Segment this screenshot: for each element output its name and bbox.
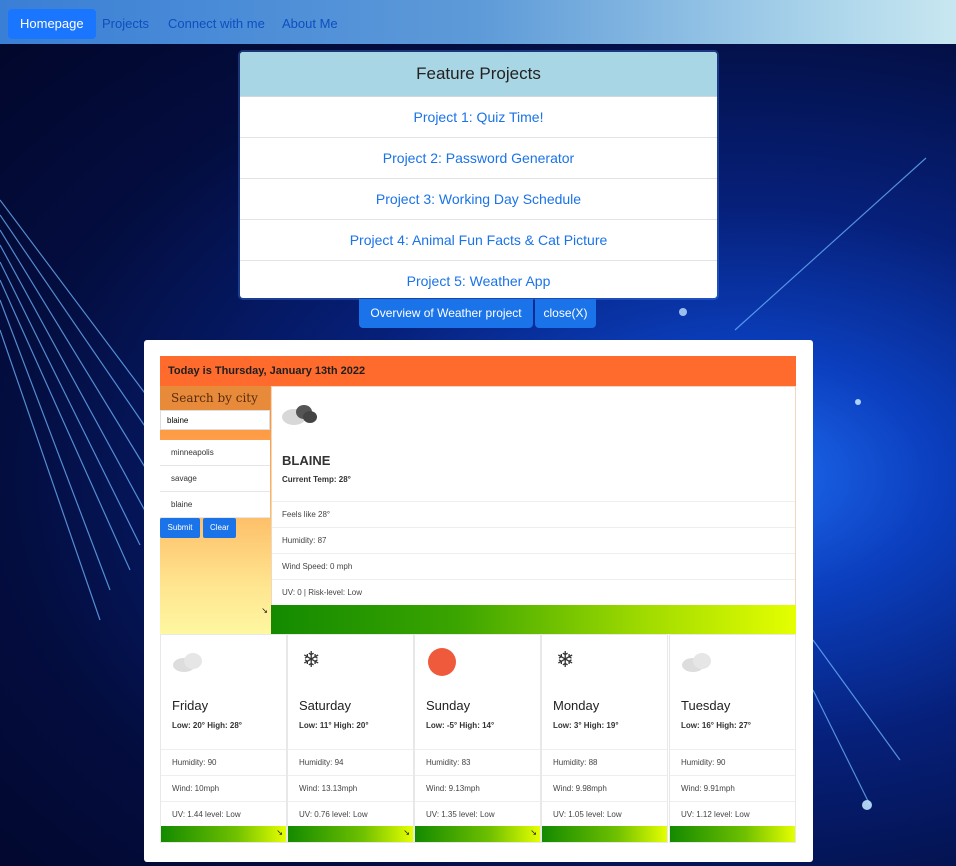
clear-button[interactable]: Clear: [203, 518, 236, 538]
panel-title: Feature Projects: [240, 52, 717, 97]
forecast-uv: UV: 0.76 level: Low: [288, 801, 413, 827]
uv-gradient-bar: [271, 605, 796, 634]
forecast-wind: Wind: 9.98mph: [542, 775, 667, 801]
forecast-range: Low: 16° High: 27°: [681, 721, 751, 730]
forecast-wind: Wind: 9.13mph: [415, 775, 540, 801]
wind-speed: Wind Speed: 0 mph: [272, 553, 795, 579]
nav-connect[interactable]: Connect with me: [156, 9, 277, 39]
weather-app-preview: Today is Thursday, January 13th 2022 Sea…: [144, 340, 813, 862]
forecast-card: Tuesday Low: 16° High: 27° Humidity: 90 …: [669, 634, 796, 843]
history-item[interactable]: minneapolis: [160, 440, 270, 466]
forecast-range: Low: -5° High: 14°: [426, 721, 495, 730]
nav-homepage[interactable]: Homepage: [8, 9, 96, 39]
forecast-wind: Wind: 10mph: [161, 775, 286, 801]
project-link-5[interactable]: Project 5: Weather App: [240, 261, 717, 298]
forecast-card: ❄ Saturday Low: 11° High: 20° Humidity: …: [287, 634, 414, 843]
overview-button[interactable]: Overview of Weather project: [359, 299, 533, 328]
cloud-icon: [682, 653, 711, 672]
forecast-card: Sunday Low: -5° High: 14° Humidity: 83 W…: [414, 634, 541, 843]
nav-about[interactable]: About Me: [270, 9, 350, 39]
feels-like: Feels like 28°: [272, 501, 795, 527]
current-weather-card: BLAINE Current Temp: 28° Feels like 28° …: [271, 386, 796, 634]
current-temp: Current Temp: 28°: [282, 475, 351, 484]
nav-projects[interactable]: Projects: [90, 9, 161, 39]
history-item[interactable]: blaine: [160, 492, 270, 518]
forecast-uv: UV: 1.35 level: Low: [415, 801, 540, 827]
cloud-icon: [173, 653, 202, 672]
forecast-uv: UV: 1.12 level: Low: [670, 801, 795, 827]
top-navbar: Homepage Projects Connect with me About …: [0, 0, 956, 44]
snowflake-icon: ❄: [556, 647, 575, 672]
snowflake-icon: ❄: [302, 647, 321, 672]
forecast-uv: UV: 1.44 level: Low: [161, 801, 286, 827]
forecast-range: Low: 11° High: 20°: [299, 721, 369, 730]
forecast-wind: Wind: 9.91mph: [670, 775, 795, 801]
cloud-icon: [282, 405, 317, 425]
forecast-day: Sunday: [426, 698, 471, 713]
forecast-humidity: Humidity: 83: [415, 749, 540, 775]
forecast-range: Low: 3° High: 19°: [553, 721, 619, 730]
project-link-2[interactable]: Project 2: Password Generator: [240, 138, 717, 179]
forecast-uv-bar: [670, 826, 795, 842]
sun-icon: [428, 648, 456, 676]
forecast-day: Friday: [172, 698, 209, 713]
forecast-humidity: Humidity: 90: [670, 749, 795, 775]
forecast-uv-bar: ↘: [288, 826, 413, 842]
history-item[interactable]: savage: [160, 466, 270, 492]
project-link-4[interactable]: Project 4: Animal Fun Facts & Cat Pictur…: [240, 220, 717, 261]
search-sidebar: Search by city blaine minneapolis savage…: [160, 386, 271, 634]
forecast-humidity: Humidity: 90: [161, 749, 286, 775]
forecast-wind: Wind: 13.13mph: [288, 775, 413, 801]
city-search-input[interactable]: blaine: [160, 410, 270, 430]
resize-mark: ↘: [261, 606, 268, 615]
forecast-range: Low: 20° High: 28°: [172, 721, 242, 730]
city-name: BLAINE: [282, 453, 331, 468]
forecast-uv: UV: 1.05 level: Low: [542, 801, 667, 827]
humidity: Humidity: 87: [272, 527, 795, 553]
project-link-1[interactable]: Project 1: Quiz Time!: [240, 97, 717, 138]
forecast-humidity: Humidity: 94: [288, 749, 413, 775]
forecast-card: ❄ Monday Low: 3° High: 19° Humidity: 88 …: [541, 634, 668, 843]
submit-button[interactable]: Submit: [160, 518, 200, 538]
feature-projects-panel: Feature Projects Project 1: Quiz Time! P…: [240, 52, 717, 298]
date-header: Today is Thursday, January 13th 2022: [160, 356, 796, 386]
forecast-uv-bar: ↘: [161, 826, 286, 842]
forecast-day: Saturday: [299, 698, 352, 713]
forecast-card: Friday Low: 20° High: 28° Humidity: 90 W…: [160, 634, 287, 843]
forecast-uv-bar: [542, 826, 667, 842]
uv-index: UV: 0 | Risk-level: Low: [272, 579, 795, 605]
search-title: Search by city: [160, 386, 270, 410]
forecast-day: Monday: [553, 698, 600, 713]
forecast-day: Tuesday: [681, 698, 731, 713]
forecast-humidity: Humidity: 88: [542, 749, 667, 775]
forecast-uv-bar: ↘: [415, 826, 540, 842]
project-link-3[interactable]: Project 3: Working Day Schedule: [240, 179, 717, 220]
close-button[interactable]: close(X): [535, 299, 596, 328]
